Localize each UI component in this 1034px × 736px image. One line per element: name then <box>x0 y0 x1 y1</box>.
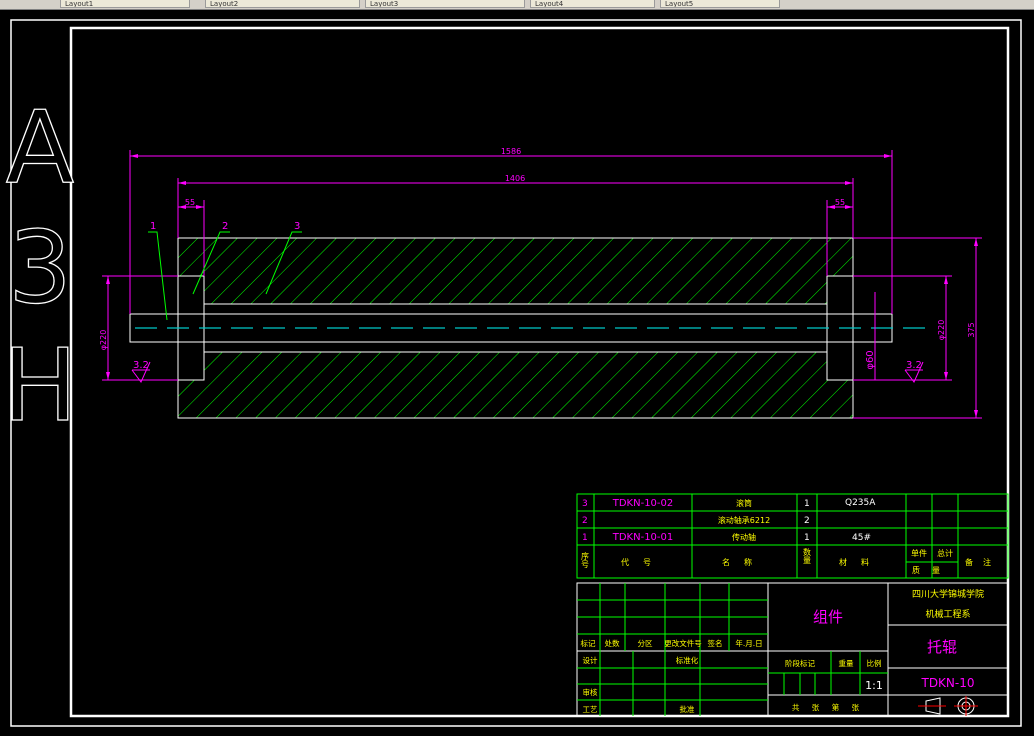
school-name: 四川大学锦城学院 <box>912 588 984 600</box>
label-scale: 比例 <box>867 658 882 668</box>
header-total: 总计 <box>937 548 953 558</box>
layout-tab[interactable]: Layout3 <box>365 0 525 8</box>
part-balloons: 1 2 3 <box>150 221 300 232</box>
label-change-doc: 更改文件号 <box>664 638 702 648</box>
row-name: 滚筒 <box>736 498 752 508</box>
sheet-code-h: H <box>2 327 77 444</box>
header-no: 序号 <box>581 551 590 569</box>
balloon-1: 1 <box>150 221 156 232</box>
dim-left-diameter: φ220 <box>99 330 108 351</box>
label-standard: 标准化 <box>676 655 699 665</box>
layout-tab[interactable]: Layout4 <box>530 0 655 8</box>
row-qty: 2 <box>804 516 810 526</box>
balloon-2: 2 <box>222 221 228 232</box>
drawing-number: TDKN-10 <box>920 676 974 690</box>
row-name: 传动轴 <box>732 532 756 542</box>
row-code: TDKN-10-01 <box>612 532 674 543</box>
label-design: 设计 <box>583 655 598 665</box>
roughness-right: 3.2 <box>906 360 922 371</box>
header-mass: 质量 <box>912 565 952 575</box>
dim-left-offset: 55 <box>185 198 195 207</box>
dim-inner-length: 1406 <box>505 174 525 183</box>
row-no: 1 <box>582 533 588 543</box>
header-remark: 备注 <box>965 557 1001 567</box>
sheet-code-3: 3 <box>8 209 72 326</box>
header-code: 代号 <box>621 557 665 567</box>
row-code: TDKN-10-02 <box>612 498 674 509</box>
drum-upper-section <box>177 237 854 305</box>
drawing-name: 托辊 <box>927 638 957 656</box>
dim-shaft-diameter: φ60 <box>865 350 876 369</box>
label-process: 工艺 <box>583 705 598 714</box>
tab-label: Layout3 <box>370 0 399 8</box>
roller-view <box>129 237 925 419</box>
label-count: 处数 <box>605 638 620 648</box>
tab-label: Layout5 <box>665 0 694 8</box>
label-mark: 标记 <box>581 638 596 648</box>
label-stage-mark: 阶段标记 <box>785 658 815 668</box>
roughness-left: 3.2 <box>133 360 149 371</box>
label-date: 年.月.日 <box>735 638 762 648</box>
row-name: 滚动轴承6212 <box>718 515 770 525</box>
layout-tab[interactable]: Layout2 <box>205 0 360 8</box>
layout-tab[interactable]: Layout5 <box>660 0 780 8</box>
parts-list-headers: 序号 代号 名称 数量 材料 单件 总计 质量 备注 <box>581 547 1001 575</box>
row-no: 3 <box>582 499 588 509</box>
label-review: 审核 <box>583 687 598 697</box>
header-qty: 数量 <box>803 547 812 564</box>
sheet-code: A 3 H <box>2 88 79 444</box>
sheet-code-a: A <box>6 89 74 206</box>
row-qty: 1 <box>804 499 810 509</box>
department-name: 机械工程系 <box>925 608 970 620</box>
label-approve: 批准 <box>680 704 695 714</box>
drawing-canvas[interactable]: A 3 H 1586 1406 55 55 φ220 φ220 375 φ60 … <box>0 9 1034 736</box>
header-name: 名称 <box>722 557 766 567</box>
row-material: Q235A <box>845 498 876 508</box>
dim-overall-height: 375 <box>967 322 976 337</box>
row-material: 45# <box>852 533 871 543</box>
row-no: 2 <box>582 516 588 526</box>
dim-right-diameter: φ220 <box>937 320 946 341</box>
header-single: 单件 <box>911 548 927 558</box>
drum-lower-section <box>177 351 854 419</box>
dim-overall-length: 1586 <box>501 147 521 156</box>
label-sheet-info: 共 张 第 张 <box>792 702 864 712</box>
balloon-3: 3 <box>294 221 300 232</box>
projection-symbol-icon <box>918 696 978 716</box>
dim-right-offset: 55 <box>835 198 845 207</box>
tab-label: Layout1 <box>65 0 94 8</box>
title-block-values: 组件 托辊 TDKN-10 1:1 <box>813 608 975 692</box>
scale-value: 1:1 <box>865 679 883 692</box>
row-qty: 1 <box>804 533 810 543</box>
parts-list-rows: 3 TDKN-10-02 滚筒 1 Q235A 2 滚动轴承6212 2 1 T… <box>582 498 876 543</box>
layout-tab[interactable]: Layout1 <box>60 0 190 8</box>
label-zone: 分区 <box>638 639 653 648</box>
label-sign: 签名 <box>708 638 723 648</box>
tab-label: Layout2 <box>210 0 239 8</box>
assembly-label: 组件 <box>813 608 843 626</box>
header-material: 材料 <box>839 557 883 567</box>
tab-label: Layout4 <box>535 0 564 8</box>
label-weight: 重量 <box>839 659 854 668</box>
